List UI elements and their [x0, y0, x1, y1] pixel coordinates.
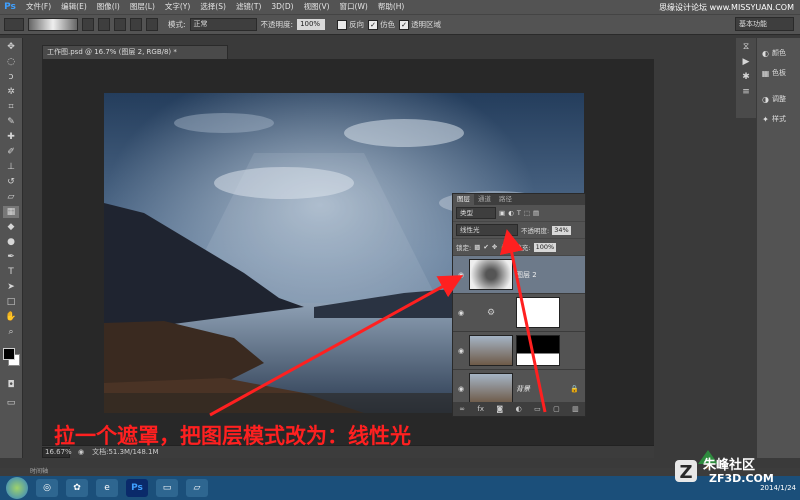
- svg-text:Z: Z: [679, 462, 692, 483]
- start-button[interactable]: [6, 477, 28, 499]
- brand-domain: ZF3D.COM: [709, 472, 774, 485]
- ie-icon[interactable]: e: [96, 479, 118, 497]
- browser-icon[interactable]: ◎: [36, 479, 58, 497]
- arrow-to-blend-mode: [499, 229, 547, 413]
- app-icon[interactable]: ✿: [66, 479, 88, 497]
- brand-name: 朱峰社区: [703, 458, 756, 473]
- arrow-to-mask: [209, 275, 464, 417]
- brand-logo: Z 朱峰社区 ZF3D.COM: [673, 446, 800, 490]
- annotation-text: 拉一个遮罩，把图层模式改为：线性光: [54, 424, 411, 448]
- folder-taskbar-icon[interactable]: ▭: [156, 479, 178, 497]
- window-taskbar-icon[interactable]: ▱: [186, 479, 208, 497]
- photoshop-taskbar-icon[interactable]: Ps: [126, 479, 148, 497]
